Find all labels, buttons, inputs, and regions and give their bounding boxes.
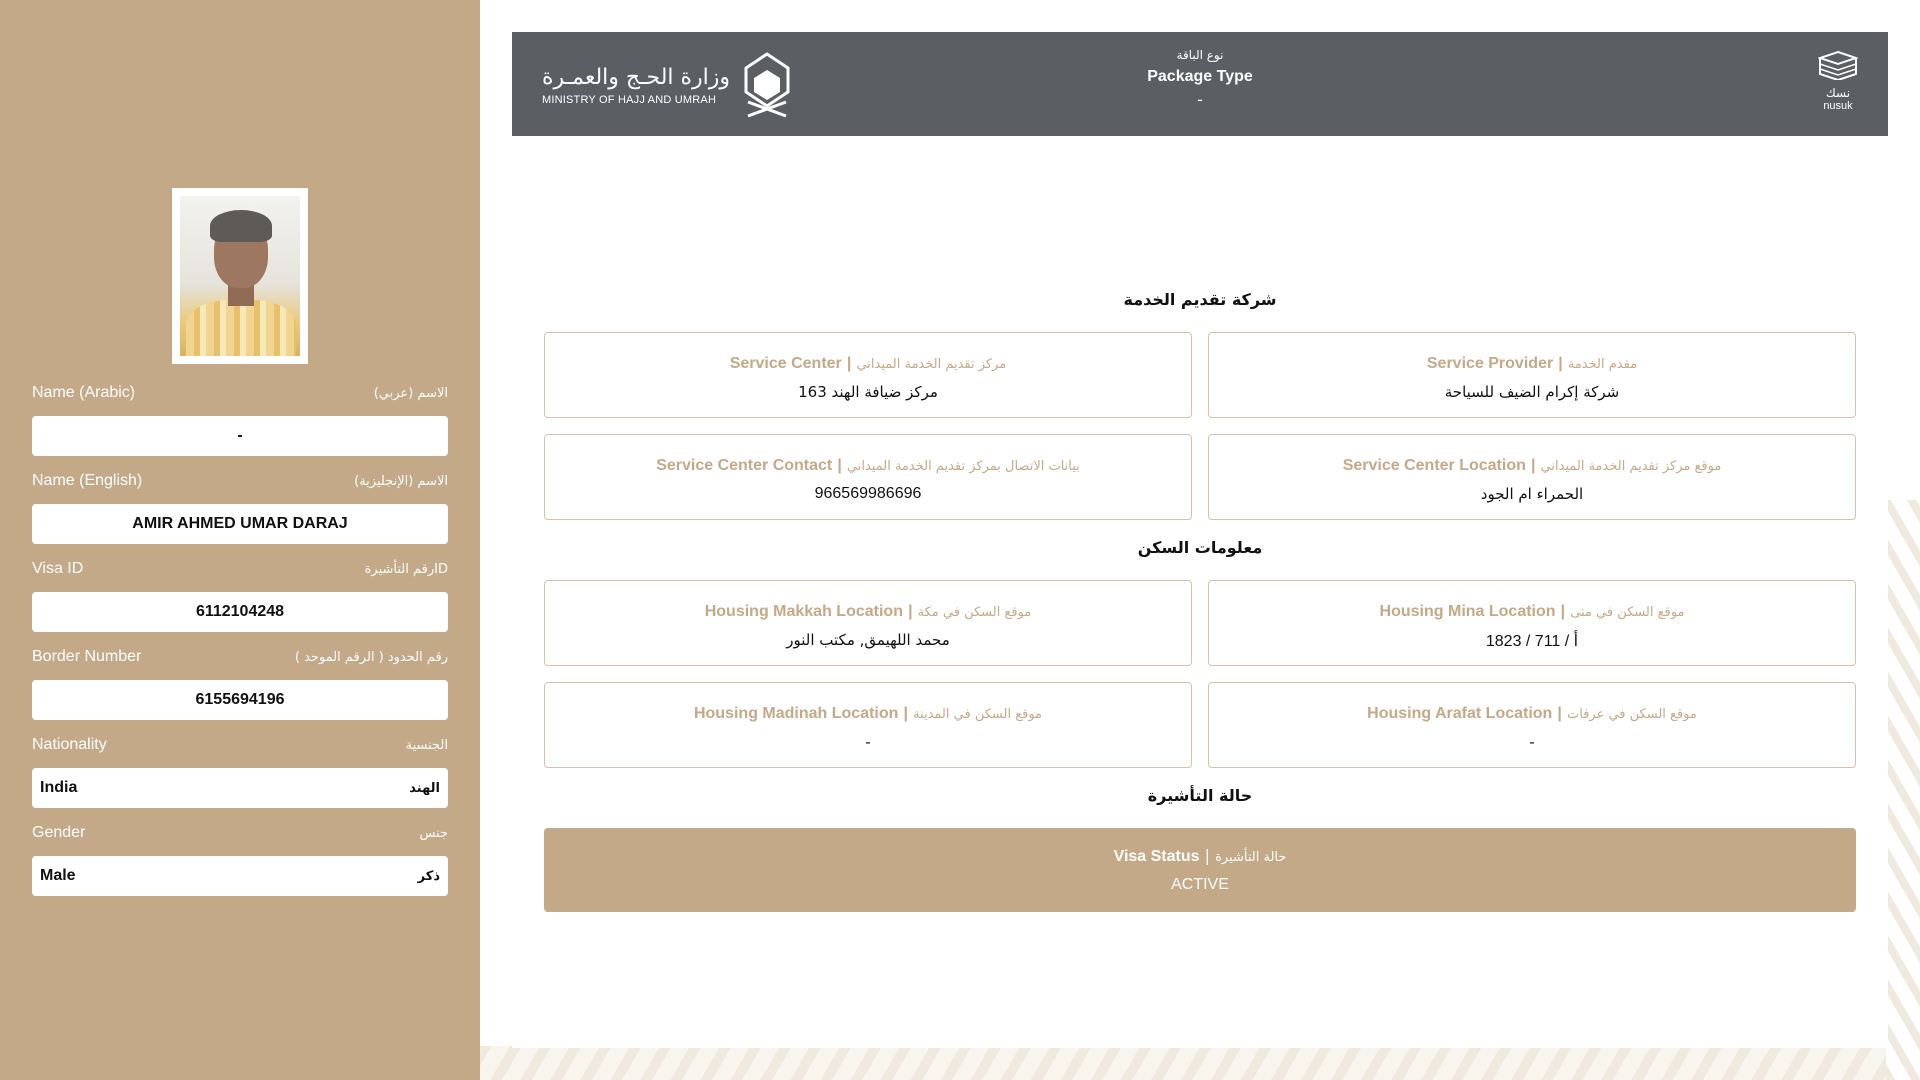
- package-type-label-ar: نوع الباقة: [1176, 48, 1224, 62]
- section-title-visa: حالة التأشيرة: [1147, 786, 1253, 805]
- card-title-en: Housing Arafat Location: [1367, 705, 1553, 722]
- sidebar: Name (Arabic) الاسم (عربي) - Name (Engli…: [0, 0, 480, 1080]
- field-label-en: Name (English): [32, 472, 143, 489]
- card-service-provider: Service Provider | مقدم الخدمة شركة إكرا…: [1208, 332, 1856, 418]
- card-service-center-location: Service Center Location | موقع مركز تقدي…: [1208, 434, 1856, 520]
- main-content: وزارة الحـج والعمـرة MINISTRY OF HAJJ AN…: [512, 32, 1888, 1048]
- package-type-label-en: Package Type: [1147, 68, 1253, 85]
- card-value: -: [865, 733, 871, 751]
- card-title-en: Housing Mina Location: [1379, 603, 1556, 620]
- field-label-ar: الجنسية: [405, 737, 448, 753]
- field-label-ar: رقم التأشيرةID: [364, 561, 448, 577]
- nusuk-name-en: nusuk: [1823, 100, 1853, 112]
- section-title-housing: معلومات السكن: [1137, 538, 1263, 557]
- card-title-ar: حالة التأشيرة: [1215, 850, 1287, 865]
- field-label-en: Visa ID: [32, 560, 84, 577]
- card-title-ar: بيانات الاتصال بمركز تقديم الخدمة الميدا…: [846, 459, 1080, 474]
- card-value: -: [1529, 733, 1535, 751]
- name-english-value: AMIR AHMED UMAR DARAJ: [32, 504, 448, 544]
- header-bar: وزارة الحـج والعمـرة MINISTRY OF HAJJ AN…: [512, 32, 1888, 136]
- field-name-english: Name (English) الاسم (الإنجليزية) AMIR A…: [32, 470, 448, 544]
- nationality-en: India: [40, 779, 78, 796]
- nusuk-name-ar: نسك: [1825, 86, 1851, 100]
- card-value: مركز ضيافة الهند 163: [798, 383, 938, 401]
- card-value: الحمراء ام الجود: [1480, 485, 1584, 503]
- nationality-ar: الهند: [409, 780, 440, 796]
- card-title-ar: موقع السكن في منى: [1570, 605, 1685, 620]
- field-name-arabic: Name (Arabic) الاسم (عربي) -: [32, 382, 448, 456]
- field-label-en: Name (Arabic): [32, 384, 136, 401]
- card-title-en: Service Provider: [1426, 355, 1554, 372]
- gender-value: Male ذكر: [32, 856, 448, 896]
- pilgrim-photo: [172, 188, 308, 364]
- card-value: 966569986696: [814, 485, 922, 502]
- package-type-value: -: [1197, 90, 1203, 109]
- card-title-ar: موقع السكن في المدينة: [913, 707, 1043, 722]
- visa-id-value: 6112104248: [32, 592, 448, 632]
- card-title-ar: موقع السكن في عرفات: [1567, 707, 1697, 722]
- visa-status-value: ACTIVE: [1171, 876, 1229, 893]
- package-type: نوع الباقة Package Type -: [512, 48, 1888, 109]
- nationality-value: India الهند: [32, 768, 448, 808]
- field-label-ar: رقم الحدود ( الرقم الموحد ): [294, 649, 448, 665]
- field-label-ar: الاسم (عربي): [373, 385, 448, 401]
- kaaba-cube-icon: [1816, 50, 1860, 82]
- gender-ar: ذكر: [417, 868, 440, 884]
- decorative-pattern-side: [1886, 500, 1920, 1080]
- card-title-en: Housing Madinah Location: [693, 705, 899, 722]
- card-title-en: Housing Makkah Location: [704, 603, 903, 620]
- field-border-number: Border Number رقم الحدود ( الرقم الموحد …: [32, 646, 448, 720]
- card-housing-madinah: Housing Madinah Location | موقع السكن في…: [544, 682, 1192, 768]
- border-number-value: 6155694196: [32, 680, 448, 720]
- card-housing-makkah: Housing Makkah Location | موقع السكن في …: [544, 580, 1192, 666]
- card-title-ar: مركز تقديم الخدمة الميداني: [856, 357, 1007, 372]
- field-label-ar: الاسم (الإنجليزية): [354, 473, 448, 489]
- field-label-en: Border Number: [32, 648, 142, 665]
- card-title-ar: مقدم الخدمة: [1567, 357, 1638, 372]
- card-service-center-contact: Service Center Contact | بيانات الاتصال …: [544, 434, 1192, 520]
- card-title-en: Service Center: [729, 355, 842, 372]
- field-label-en: Nationality: [32, 736, 107, 753]
- card-title-en: Service Center Location: [1342, 457, 1526, 474]
- card-title-en: Service Center Contact: [656, 457, 833, 474]
- card-value: محمد اللهيمق, مكتب النور: [786, 631, 950, 649]
- decorative-pattern-bottom: [480, 1046, 1920, 1080]
- card-title-ar: موقع السكن في مكة: [917, 605, 1032, 620]
- gender-en: Male: [40, 867, 76, 884]
- card-value: شركة إكرام الضيف للسياحة: [1444, 383, 1620, 401]
- field-gender: Gender جنس Male ذكر: [32, 822, 448, 896]
- card-housing-arafat: Housing Arafat Location | موقع السكن في …: [1208, 682, 1856, 768]
- card-service-center: Service Center | مركز تقديم الخدمة الميد…: [544, 332, 1192, 418]
- nusuk-logo: نسك nusuk: [1816, 50, 1860, 112]
- field-label-en: Gender: [32, 824, 86, 841]
- field-nationality: Nationality الجنسية India الهند: [32, 734, 448, 808]
- field-label-ar: جنس: [419, 825, 448, 841]
- card-housing-mina: Housing Mina Location | موقع السكن في من…: [1208, 580, 1856, 666]
- photo-image: [180, 196, 300, 356]
- name-arabic-value: -: [32, 416, 448, 456]
- section-title-service: شركة تقديم الخدمة: [1123, 290, 1277, 309]
- card-value: 1823 / 711 / أ: [1485, 633, 1579, 650]
- card-title-en: Visa Status: [1113, 848, 1200, 865]
- card-title-ar: موقع مركز تقديم الخدمة الميداني: [1540, 459, 1722, 474]
- field-visa-id: Visa ID رقم التأشيرةID 6112104248: [32, 558, 448, 632]
- card-visa-status: Visa Status | حالة التأشيرة ACTIVE: [544, 828, 1856, 912]
